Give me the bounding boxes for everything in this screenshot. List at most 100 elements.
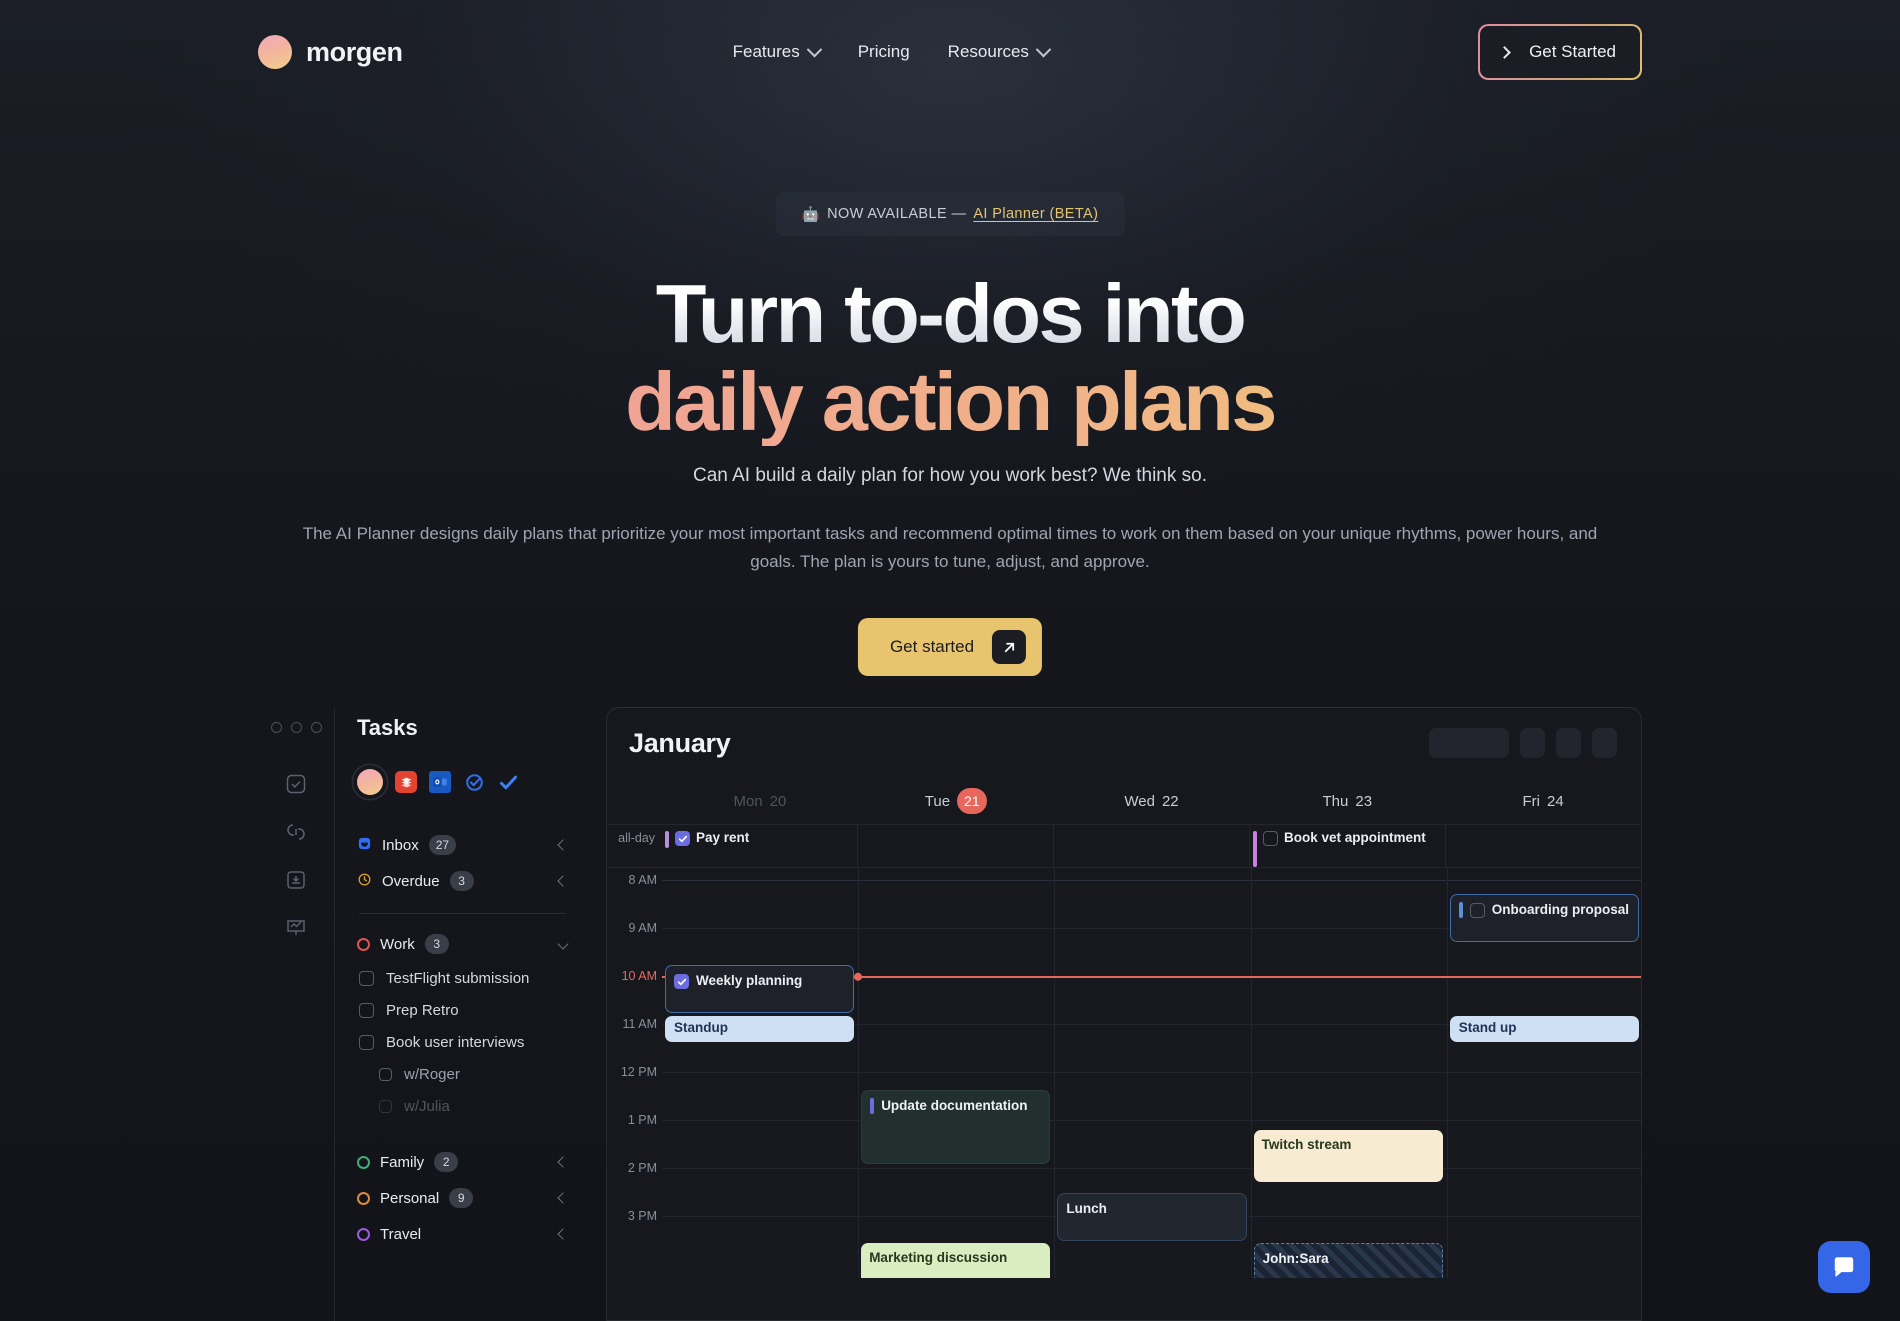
- calendar-event[interactable]: Stand up: [1449, 1016, 1639, 1042]
- day-number: 20: [769, 792, 787, 810]
- chevron-down-icon[interactable]: [557, 938, 569, 950]
- brand-logo[interactable]: morgen: [258, 35, 403, 69]
- list-item[interactable]: Prep Retro: [357, 994, 567, 1026]
- overdue-count-badge: 3: [449, 871, 474, 891]
- day-column-header-tue[interactable]: Tue 21: [858, 778, 1054, 824]
- all-day-event-pay-rent[interactable]: Pay rent: [665, 830, 854, 848]
- chevron-left-icon[interactable]: [557, 1156, 569, 1168]
- hour-label: 2 PM: [627, 1161, 657, 1175]
- rail-analytics-icon[interactable]: [281, 913, 311, 943]
- project-color-dot: [357, 1155, 370, 1169]
- nav-item-pricing[interactable]: Pricing: [858, 42, 910, 62]
- list-item[interactable]: w/Roger: [357, 1058, 567, 1090]
- window-close-icon[interactable]: [270, 722, 282, 733]
- task-checkbox[interactable]: [379, 1067, 392, 1081]
- todoist-icon[interactable]: [395, 771, 417, 793]
- day-column-header-mon[interactable]: Mon 20: [662, 778, 858, 824]
- announcement-badge[interactable]: 🤖 NOW AVAILABLE — AI Planner (BETA): [775, 192, 1125, 236]
- task-checkbox[interactable]: [359, 1034, 374, 1050]
- event-color-bar: [665, 831, 669, 848]
- sidebar-label: Personal: [380, 1189, 440, 1207]
- get-started-header-button[interactable]: Get Started: [1478, 24, 1642, 80]
- calendar-event[interactable]: Twitch stream: [1253, 1130, 1443, 1182]
- task-checkbox-checked[interactable]: [675, 831, 690, 846]
- hour-label: 9 AM: [628, 921, 658, 935]
- calendar-settings-button[interactable]: [1592, 728, 1617, 758]
- all-day-cell[interactable]: Pay rent: [662, 825, 857, 867]
- outlook-icon[interactable]: [429, 771, 451, 793]
- chevron-left-icon[interactable]: [557, 839, 569, 851]
- sidebar-item-work[interactable]: Work 3: [357, 926, 569, 962]
- calendar-event[interactable]: Onboarding proposal: [1449, 894, 1639, 942]
- all-day-cell[interactable]: [857, 825, 1053, 867]
- view-selector-button[interactable]: [1429, 728, 1509, 758]
- prev-week-button[interactable]: [1520, 728, 1545, 758]
- sidebar-item-inbox[interactable]: Inbox 27: [357, 827, 569, 863]
- sidebar-item-travel[interactable]: Travel: [357, 1216, 569, 1252]
- rail-sync-icon[interactable]: [281, 817, 311, 847]
- event-title: Onboarding proposal: [1491, 902, 1630, 917]
- inbox-count-badge: 27: [428, 835, 457, 855]
- event-title: Lunch: [1066, 1201, 1107, 1216]
- day-column-header-thu[interactable]: Thu 23: [1249, 778, 1445, 824]
- all-day-cell[interactable]: Book vet appointment: [1249, 825, 1445, 867]
- nav-item-features[interactable]: Features: [733, 41, 822, 62]
- checkmark-icon[interactable]: [497, 771, 519, 793]
- all-day-event-book-vet[interactable]: Book vet appointment: [1253, 830, 1442, 867]
- hero-description: The AI Planner designs daily plans that …: [302, 524, 1598, 571]
- ai-planner-link[interactable]: AI Planner (BETA): [973, 206, 1098, 222]
- all-day-cell[interactable]: [1445, 825, 1641, 867]
- sidebar-label: Work: [380, 935, 415, 953]
- task-label: Prep Retro: [386, 1001, 459, 1019]
- hour-label: 1 PM: [627, 1113, 657, 1127]
- list-item[interactable]: Book user interviews: [357, 1026, 567, 1058]
- calendar-event[interactable]: Standup: [665, 1016, 855, 1042]
- all-day-cell[interactable]: [1053, 825, 1249, 867]
- task-label: TestFlight submission: [386, 969, 530, 987]
- next-week-button[interactable]: [1556, 728, 1581, 758]
- task-checkbox[interactable]: [379, 1099, 392, 1113]
- list-item[interactable]: w/Julia: [357, 1090, 567, 1122]
- tasks-panel-title: Tasks: [357, 715, 418, 740]
- chevron-left-icon[interactable]: [557, 875, 569, 887]
- nav-label: Pricing: [857, 42, 910, 61]
- app-rail: [258, 707, 335, 1321]
- calendar-panel: January Mon 20 Tue 21 Wed 22 Thu 23 Fri …: [606, 707, 1642, 1321]
- ticktick-icon[interactable]: [463, 771, 485, 793]
- morgen-icon[interactable]: [357, 769, 383, 795]
- calendar-event[interactable]: Lunch: [1057, 1193, 1247, 1241]
- chevron-left-icon[interactable]: [557, 1192, 569, 1204]
- task-checkbox[interactable]: [359, 970, 374, 986]
- main-nav: Features Pricing Resources: [733, 41, 1052, 62]
- calendar-event[interactable]: Update documentation: [861, 1090, 1051, 1164]
- calendar-time-grid[interactable]: 8 AM 9 AM 10 AM 11 AM 12 PM 1 PM 2 PM 3 PM Weekl…: [607, 868, 1641, 1278]
- task-checkbox[interactable]: [1263, 831, 1278, 846]
- rail-inbox-icon[interactable]: [281, 865, 311, 895]
- list-item[interactable]: TestFlight submission: [357, 962, 567, 994]
- all-day-grid: Pay rent Book vet appointment: [662, 825, 1641, 867]
- task-checkbox[interactable]: [1469, 903, 1485, 918]
- nav-item-resources[interactable]: Resources: [948, 41, 1052, 62]
- calendar-event[interactable]: Weekly planning: [665, 965, 855, 1013]
- sidebar-item-personal[interactable]: Personal 9: [357, 1180, 569, 1216]
- task-checkbox-checked[interactable]: [674, 974, 689, 989]
- sidebar-item-overdue[interactable]: Overdue 3: [357, 863, 569, 899]
- work-count-badge: 3: [424, 934, 449, 954]
- window-minimize-icon[interactable]: [290, 722, 302, 733]
- day-column-header-wed[interactable]: Wed 22: [1054, 778, 1250, 824]
- chat-widget-button[interactable]: [1818, 1241, 1870, 1293]
- event-title: Marketing discussion: [869, 1250, 1008, 1265]
- task-checkbox[interactable]: [359, 1002, 374, 1018]
- chevron-left-icon[interactable]: [557, 1228, 569, 1240]
- event-title: Stand up: [1458, 1020, 1517, 1035]
- sidebar-item-family[interactable]: Family 2: [357, 1144, 569, 1180]
- event-title: Standup: [674, 1020, 728, 1035]
- window-maximize-icon[interactable]: [310, 722, 322, 733]
- tasks-panel: Tasks Inbox 27 Overdue 3 Work 3 TestFlig…: [335, 707, 593, 1321]
- day-column-header-fri[interactable]: Fri 24: [1445, 778, 1641, 824]
- calendar-event[interactable]: Marketing discussion: [861, 1243, 1051, 1278]
- calendar-event[interactable]: John:Sara: [1253, 1243, 1443, 1278]
- header-cta-wrap: Get Started: [1478, 24, 1642, 80]
- get-started-hero-button[interactable]: Get started: [857, 618, 1043, 676]
- rail-tasks-icon[interactable]: [281, 769, 311, 799]
